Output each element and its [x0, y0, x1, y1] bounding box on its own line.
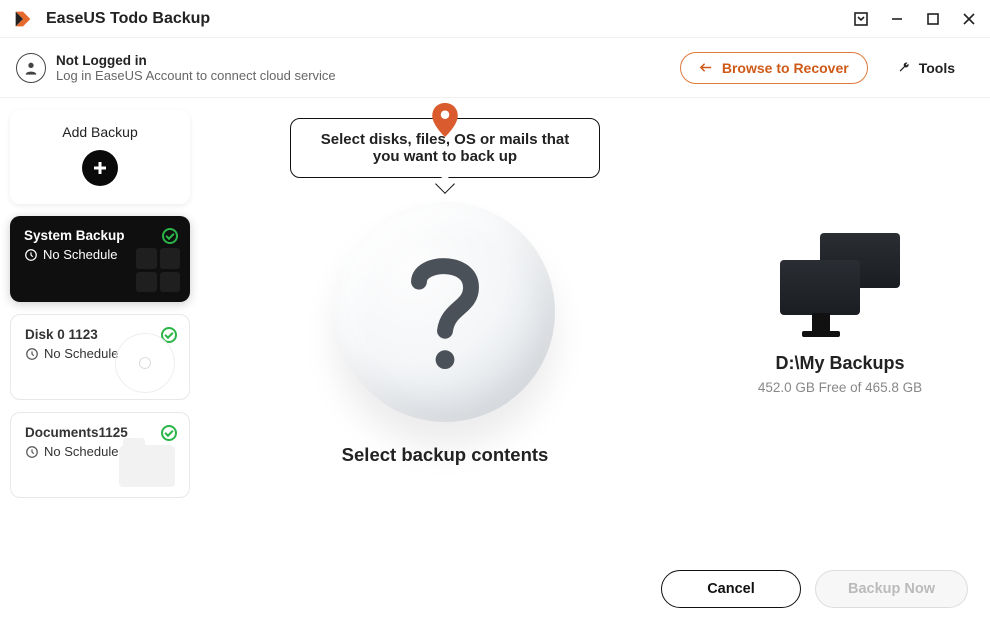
question-orb-icon — [335, 202, 555, 422]
clock-icon — [25, 347, 39, 361]
account-header: Not Logged in Log in EaseUS Account to c… — [0, 38, 990, 98]
sidebar: Add Backup System Backup No Schedule Dis… — [0, 98, 200, 629]
tools-button[interactable]: Tools — [878, 52, 974, 84]
system-glyph-icon — [136, 248, 180, 292]
account-hint: Log in EaseUS Account to connect cloud s… — [56, 68, 670, 83]
account-status: Not Logged in — [56, 53, 670, 68]
backup-task-title: System Backup — [24, 228, 178, 243]
app-title: EaseUS Todo Backup — [46, 10, 852, 28]
avatar-icon[interactable] — [16, 53, 46, 83]
status-ok-icon — [161, 425, 177, 441]
destination-free-space: 452.0 GB Free of 465.8 GB — [758, 380, 922, 395]
footer-actions: Cancel Backup Now — [200, 549, 990, 629]
minimize-button[interactable] — [888, 10, 906, 28]
backup-task-disk[interactable]: Disk 0 1123 No Schedule — [10, 314, 190, 400]
destination-path: D:\My Backups — [775, 353, 904, 374]
backup-contents-label: Select backup contents — [342, 444, 549, 466]
cancel-button[interactable]: Cancel — [661, 570, 801, 608]
destination-icon — [780, 233, 900, 333]
backup-task-system[interactable]: System Backup No Schedule — [10, 216, 190, 302]
pin-icon — [432, 103, 458, 141]
backup-task-documents[interactable]: Documents1125 No Schedule — [10, 412, 190, 498]
app-logo-icon — [12, 8, 34, 30]
add-backup-label: Add Backup — [62, 124, 138, 140]
backup-now-button: Backup Now — [815, 570, 968, 608]
clock-icon — [24, 248, 38, 262]
dropdown-button[interactable] — [852, 10, 870, 28]
maximize-button[interactable] — [924, 10, 942, 28]
main-area: Select disks, files, OS or mails that yo… — [200, 98, 990, 629]
disc-glyph-icon — [115, 333, 175, 393]
close-button[interactable] — [960, 10, 978, 28]
folder-glyph-icon — [119, 445, 175, 487]
browse-to-recover-button[interactable]: Browse to Recover — [680, 52, 868, 84]
window-controls — [852, 10, 978, 28]
backup-task-title: Documents1125 — [25, 425, 177, 440]
hint-tooltip: Select disks, files, OS or mails that yo… — [290, 118, 600, 178]
clock-icon — [25, 445, 39, 459]
status-ok-icon — [162, 228, 178, 244]
recover-arrow-icon — [699, 60, 714, 75]
account-info[interactable]: Not Logged in Log in EaseUS Account to c… — [56, 53, 670, 83]
title-bar: EaseUS Todo Backup — [0, 0, 990, 38]
plus-icon — [82, 150, 118, 186]
add-backup-button[interactable]: Add Backup — [10, 110, 190, 204]
tools-icon — [897, 61, 911, 75]
